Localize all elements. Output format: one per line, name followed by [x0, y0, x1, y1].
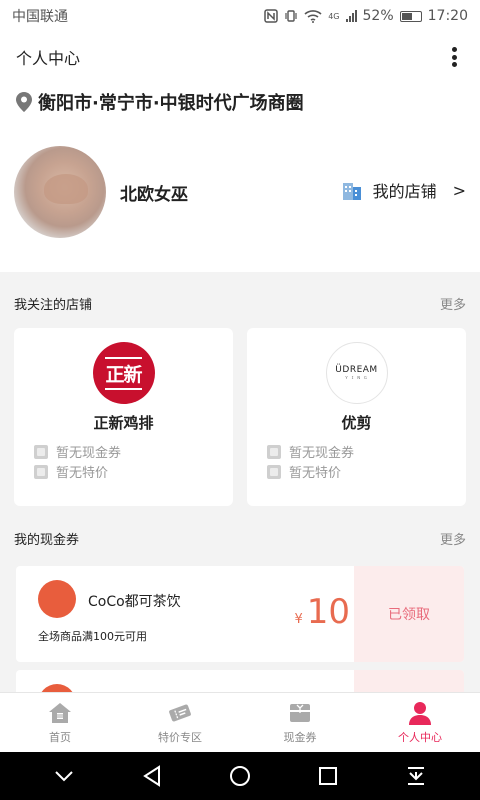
my-coupons-more-link[interactable]: 更多: [440, 529, 466, 548]
notification-shade-button[interactable]: [401, 761, 431, 791]
shop-icon: [342, 183, 361, 200]
avatar[interactable]: [14, 146, 106, 238]
coupon-tag-icon: [267, 444, 281, 459]
my-coupons-header: 我的现金券 更多: [0, 518, 480, 558]
coupon-box-icon: [290, 703, 310, 722]
store-name: 优剪: [341, 414, 372, 432]
special-tag-icon: [267, 464, 281, 479]
coupon-tag-icon: [34, 444, 48, 459]
store-name: 正新鸡排: [93, 414, 154, 432]
signal-icon: [345, 10, 357, 22]
store-logo: ÜDREAM ʏ ɪ ɴ ɢ: [325, 342, 388, 404]
status-bar: 中国联通 4G 52% 17:20: [0, 0, 480, 32]
coupon-status: 暂无现金券: [267, 442, 354, 461]
home-button[interactable]: [225, 761, 255, 791]
tab-profile[interactable]: 个人中心: [360, 693, 480, 752]
section-title: 我的现金券: [14, 532, 80, 548]
special-tag-icon: [34, 464, 48, 479]
carrier-label: 中国联通: [12, 9, 68, 25]
status-icons: 4G 52% 17:20: [264, 8, 468, 24]
page-title: 个人中心: [16, 49, 81, 68]
back-triangle-icon: [143, 765, 160, 787]
location-pin-icon: [16, 92, 32, 112]
system-nav-bar: [0, 752, 480, 800]
wifi-icon: [304, 10, 322, 23]
coupon-amount: ¥ 10: [294, 592, 350, 632]
app-header: 个人中心: [0, 32, 480, 82]
my-shop-link[interactable]: 我的店铺 >: [341, 178, 466, 202]
chevron-down-icon: [55, 771, 73, 782]
nfc-icon: [264, 9, 278, 23]
home-icon: [49, 702, 71, 723]
hide-nav-button[interactable]: [49, 761, 79, 791]
coupon-claimed-badge[interactable]: 已领取: [354, 566, 464, 662]
followed-stores-more-link[interactable]: 更多: [440, 294, 466, 313]
chevron-right-icon: >: [452, 180, 466, 200]
coupon-store-name: CoCo都可茶饮: [88, 594, 181, 610]
location-bar[interactable]: 衡阳市·常宁市·中银时代广场商圈: [0, 82, 480, 122]
tab-home[interactable]: 首页: [0, 693, 120, 752]
my-shop-label: 我的店铺: [372, 182, 437, 201]
special-status: 暂无特价: [34, 462, 108, 481]
section-title: 我关注的店铺: [14, 297, 93, 313]
clock: 17:20: [427, 8, 468, 24]
tab-specials[interactable]: 特价专区: [120, 693, 240, 752]
coupon-card[interactable]: CoCo都可茶饮 全场商品满100元可用 ¥ 10 已领取: [16, 566, 464, 662]
profile-card: 北欧女巫 我的店铺 >: [0, 122, 480, 272]
recents-square-icon: [319, 767, 337, 785]
recents-button[interactable]: [313, 761, 343, 791]
username: 北欧女巫: [120, 185, 188, 205]
pull-down-icon: [408, 767, 424, 785]
battery-icon: [399, 10, 422, 22]
vibrate-icon: [285, 10, 297, 22]
store-logo: 正新: [92, 342, 155, 404]
ticket-icon: [169, 704, 191, 721]
person-icon: [409, 701, 431, 725]
bottom-tab-bar: 首页 特价专区 现金券 个人中心: [0, 692, 480, 752]
tab-coupons[interactable]: 现金券: [240, 693, 360, 752]
store-card[interactable]: 正新 正新鸡排 暂无现金券 暂无特价: [14, 328, 233, 506]
network-type: 4G: [328, 11, 340, 21]
store-card[interactable]: ÜDREAM ʏ ɪ ɴ ɢ 优剪 暂无现金券 暂无特价: [247, 328, 466, 506]
more-vertical-icon[interactable]: [444, 44, 464, 70]
followed-stores-header: 我关注的店铺 更多: [0, 283, 480, 323]
coupon-info: CoCo都可茶饮 全场商品满100元可用 ¥ 10: [16, 566, 354, 662]
special-status: 暂无特价: [267, 462, 341, 481]
home-circle-icon: [230, 766, 250, 786]
location-text: 衡阳市·常宁市·中银时代广场商圈: [38, 93, 304, 114]
back-button[interactable]: [137, 761, 167, 791]
coupon-store-logo: [38, 580, 76, 618]
coupon-condition: 全场商品满100元可用: [38, 630, 147, 643]
battery-percent: 52%: [362, 8, 394, 24]
coupon-status: 暂无现金券: [34, 442, 121, 461]
